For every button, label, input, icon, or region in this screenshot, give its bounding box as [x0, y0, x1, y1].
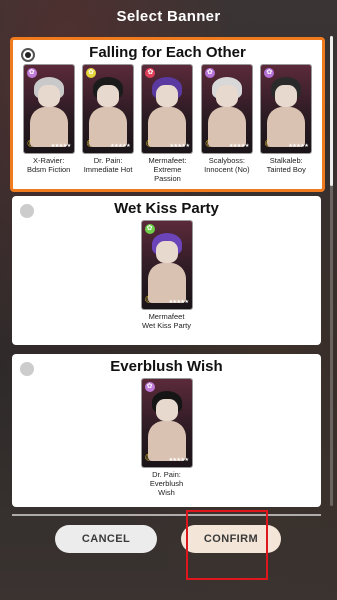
character-portrait: ✿ ☾ ★★★★★ [201, 65, 252, 153]
stars-icon: ★★★★★ [228, 143, 249, 149]
character-subtitle: Everblush Wish [149, 479, 184, 497]
character-card: ✿ ☾ ★★★★★ X-Ravier: Bdsm Fiction [23, 65, 75, 183]
character-face [215, 85, 238, 107]
character-portrait: ✿ ☾ ★★★★★ [141, 221, 192, 309]
character-subtitle: Immediate Hot [83, 165, 133, 174]
moon-icon: ☾ [204, 139, 214, 150]
character-face [97, 85, 120, 107]
banner-card-everblush[interactable]: Everblush Wish ✿ ☾ ★★★★★ Dr. Pain: Everblush… [12, 354, 321, 507]
character-portrait: ✿ ☾ ★★★★★ [23, 65, 74, 153]
element-badge-icon: ✿ [86, 68, 97, 78]
character-name: Mermafeet: [148, 156, 187, 165]
banner-card-wet-kiss[interactable]: Wet Kiss Party ✿ ☾ ★★★★★ Mermafeet Wet Kiss … [12, 196, 321, 345]
character-name: Stalkaleb: [269, 156, 303, 165]
character-name: Scalyboss: [208, 156, 245, 165]
character-portrait: ✿ ☾ ★★★★★ [261, 65, 312, 153]
character-card: ✿ ☾ ★★★★★ Scalyboss: Innocent (No) [201, 65, 253, 183]
radio-button[interactable] [21, 48, 35, 62]
character-card: ✿ ☾ ★★★★★ Mermafeet Wet Kiss Party [141, 221, 193, 330]
character-caption: Dr. Pain: Immediate Hot [82, 156, 134, 174]
character-face [155, 241, 178, 263]
character-subtitle: Extreme Passion [153, 165, 182, 183]
banner-card-falling[interactable]: Falling for Each Other ✿ ☾ ★★★★★ X-Ravier: B… [10, 37, 325, 192]
character-portrait: ✿ ☾ ★★★★★ [83, 65, 134, 153]
page-title: Select Banner [116, 8, 221, 25]
character-caption: Dr. Pain: Everblush Wish [141, 470, 193, 497]
character-portrait: ✿ ☾ ★★★★★ [142, 65, 193, 153]
stars-icon: ★★★★★ [288, 143, 309, 149]
stars-icon: ★★★★★ [169, 143, 190, 149]
character-list: ✿ ☾ ★★★★★ Dr. Pain: Everblush Wish [12, 379, 321, 497]
character-subtitle: Innocent (No) [204, 165, 250, 174]
character-caption: Scalyboss: Innocent (No) [201, 156, 253, 174]
stars-icon: ★★★★★ [168, 457, 189, 463]
element-badge-icon: ✿ [26, 68, 37, 78]
stars-icon: ★★★★★ [110, 143, 131, 149]
character-caption: Stalkaleb: Tainted Boy [260, 156, 312, 174]
moon-icon: ☾ [144, 453, 154, 464]
divider [12, 514, 321, 516]
banner-title: Everblush Wish [110, 358, 223, 375]
banner-title: Falling for Each Other [89, 44, 246, 61]
element-badge-icon: ✿ [204, 68, 215, 78]
element-badge-icon: ✿ [144, 382, 155, 392]
character-subtitle: Bdsm Fiction [27, 165, 71, 174]
moon-icon: ☾ [145, 139, 155, 150]
moon-icon: ☾ [264, 139, 274, 150]
character-card: ✿ ☾ ★★★★★ Dr. Pain: Immediate Hot [82, 65, 134, 183]
character-caption: X-Ravier: Bdsm Fiction [23, 156, 75, 174]
stars-icon: ★★★★★ [168, 299, 189, 305]
character-card: ✿ ☾ ★★★★★ Dr. Pain: Everblush Wish [141, 379, 193, 497]
scrollbar-thumb[interactable] [330, 36, 333, 186]
character-caption: Mermafeet Wet Kiss Party [141, 312, 193, 330]
element-badge-icon: ✿ [264, 68, 275, 78]
character-list: ✿ ☾ ★★★★★ Mermafeet Wet Kiss Party [12, 221, 321, 330]
character-name: Mermafeet [148, 312, 185, 321]
stars-icon: ★★★★★ [50, 143, 71, 149]
character-name: X-Ravier: [33, 156, 65, 165]
highlight-box [186, 510, 268, 580]
character-portrait: ✿ ☾ ★★★★★ [141, 379, 192, 467]
moon-icon: ☾ [144, 295, 154, 306]
character-face [37, 85, 60, 107]
character-card: ✿ ☾ ★★★★★ Stalkaleb: Tainted Boy [260, 65, 312, 183]
moon-icon: ☾ [26, 139, 36, 150]
character-name: Dr. Pain: [93, 156, 123, 165]
character-caption: Mermafeet: Extreme Passion [141, 156, 193, 183]
character-face [275, 85, 298, 107]
character-subtitle: Tainted Boy [266, 165, 306, 174]
character-name: Dr. Pain: [152, 470, 181, 479]
character-face [155, 399, 178, 421]
moon-icon: ☾ [86, 139, 96, 150]
character-subtitle: Wet Kiss Party [141, 321, 192, 330]
element-badge-icon: ✿ [145, 68, 156, 78]
radio-button[interactable] [20, 362, 34, 376]
banner-title: Wet Kiss Party [114, 200, 219, 217]
character-list: ✿ ☾ ★★★★★ X-Ravier: Bdsm Fiction ✿ ☾ ★★★★★ Dr. P… [13, 65, 322, 183]
character-card: ✿ ☾ ★★★★★ Mermafeet: Extreme Passion [141, 65, 193, 183]
element-badge-icon: ✿ [144, 224, 155, 234]
character-face [156, 85, 179, 107]
cancel-button[interactable]: CANCEL [55, 525, 157, 553]
radio-button[interactable] [20, 204, 34, 218]
